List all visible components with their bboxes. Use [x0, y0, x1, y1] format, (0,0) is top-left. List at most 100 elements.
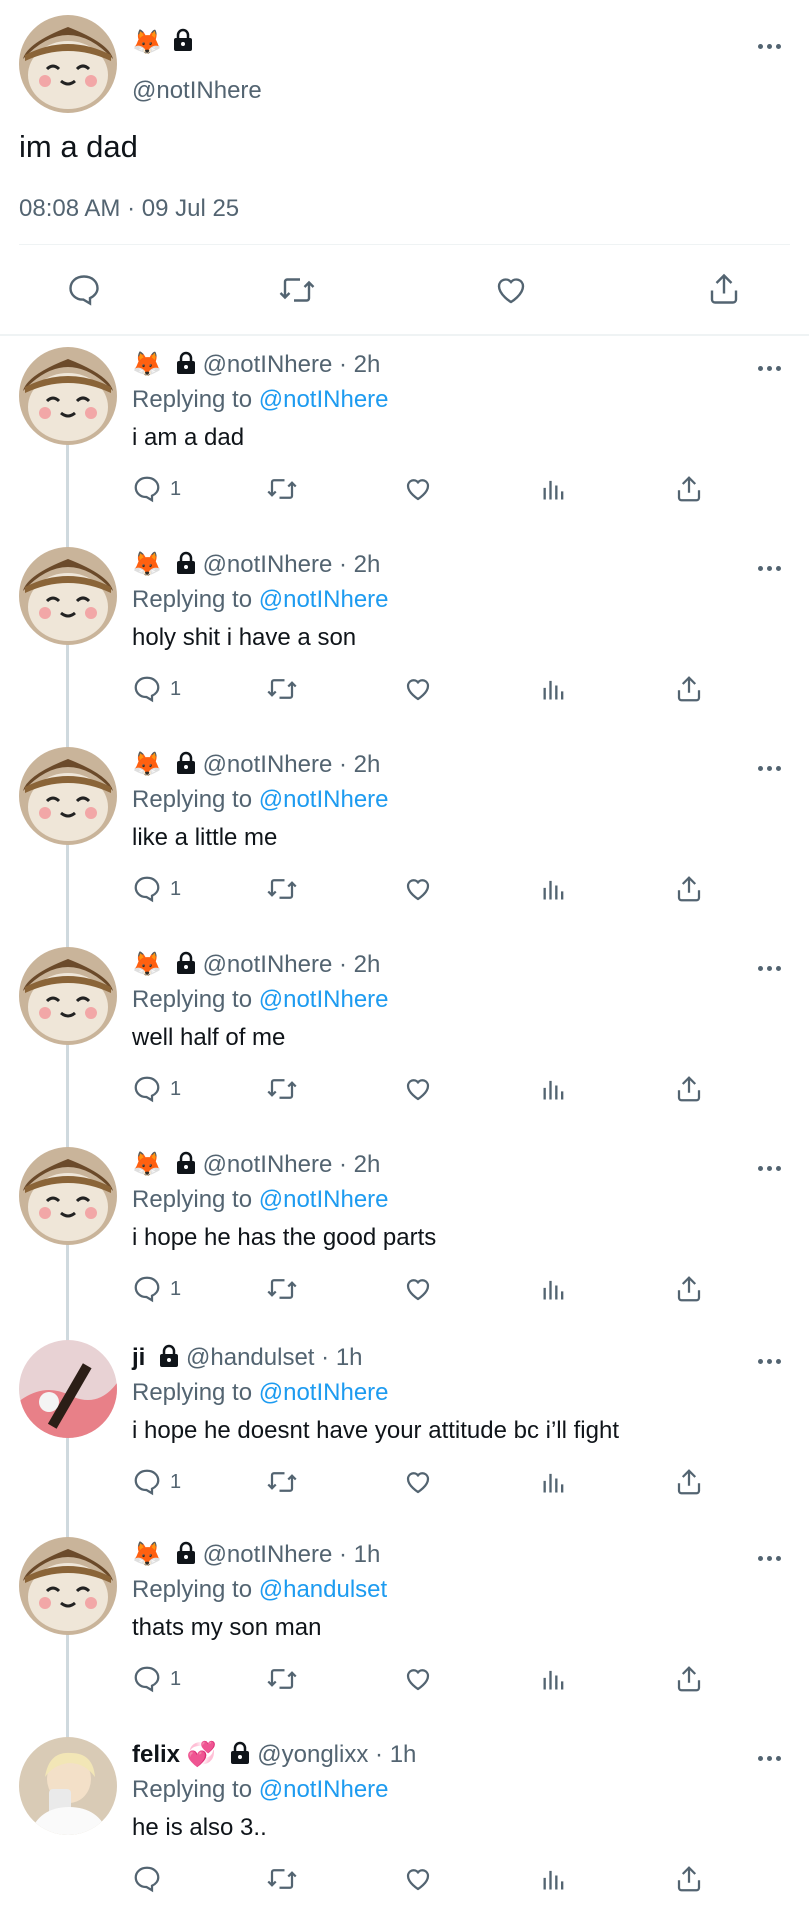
like-icon[interactable] — [402, 674, 434, 704]
reply-time[interactable]: 2h — [354, 951, 381, 978]
views-icon[interactable] — [540, 1274, 568, 1304]
retweet-icon[interactable] — [265, 1467, 299, 1497]
reply-tweet[interactable]: 🦊 @notINhere · 2h Replying to @notINhere… — [0, 737, 809, 937]
replying-to-handle[interactable]: @notINhere — [259, 1776, 389, 1803]
like-icon[interactable] — [402, 874, 434, 904]
more-options-button[interactable] — [758, 1163, 788, 1173]
reply-time[interactable]: 2h — [354, 751, 381, 778]
share-icon[interactable] — [674, 1274, 704, 1304]
reply-button[interactable]: 1 — [132, 874, 181, 904]
retweet-icon[interactable] — [265, 1664, 299, 1694]
like-icon[interactable] — [402, 1274, 434, 1304]
reply-handle[interactable]: @notINhere — [203, 1151, 333, 1178]
reply-button[interactable]: 1 — [132, 1664, 181, 1694]
replying-to-handle[interactable]: @notINhere — [259, 986, 389, 1013]
share-icon[interactable] — [706, 270, 742, 308]
replying-to-handle[interactable]: @notINhere — [259, 1379, 389, 1406]
share-icon[interactable] — [674, 874, 704, 904]
reply-tweet[interactable]: 🦊 @notINhere · 2h Replying to @notINhere… — [0, 337, 809, 537]
reply-button[interactable]: 1 — [132, 1274, 181, 1304]
avatar[interactable] — [19, 547, 117, 645]
fox-icon: 🦊 — [132, 351, 162, 378]
reply-time[interactable]: 1h — [390, 1741, 417, 1768]
avatar[interactable] — [19, 1537, 117, 1635]
replying-to-handle[interactable]: @handulset — [259, 1576, 387, 1603]
like-icon[interactable] — [402, 474, 434, 504]
reply-time[interactable]: 1h — [336, 1344, 363, 1371]
more-options-button[interactable] — [758, 1553, 788, 1563]
reply-time[interactable]: 2h — [354, 1151, 381, 1178]
retweet-icon[interactable] — [265, 1864, 299, 1894]
reply-icon[interactable] — [66, 272, 102, 308]
avatar[interactable] — [19, 1737, 117, 1835]
avatar[interactable] — [19, 347, 117, 445]
display-name[interactable]: felix — [132, 1741, 180, 1768]
more-options-button[interactable] — [758, 1753, 788, 1763]
fox-icon: 🦊 — [132, 1541, 162, 1568]
like-icon[interactable] — [402, 1467, 434, 1497]
share-icon[interactable] — [674, 474, 704, 504]
more-options-button[interactable] — [758, 963, 788, 973]
author-handle[interactable]: @notINhere — [132, 76, 262, 106]
retweet-icon[interactable] — [265, 1074, 299, 1104]
reply-button[interactable]: 1 — [132, 1467, 181, 1497]
replying-to-handle[interactable]: @notINhere — [259, 786, 389, 813]
share-icon[interactable] — [674, 1664, 704, 1694]
reply-tweet[interactable]: 🦊 @notINhere · 2h Replying to @notINhere… — [0, 1137, 809, 1337]
more-options-button[interactable] — [758, 363, 788, 373]
reply-button[interactable] — [132, 1864, 170, 1894]
avatar[interactable] — [19, 747, 117, 845]
avatar[interactable] — [19, 947, 117, 1045]
reply-handle[interactable]: @yonglixx — [257, 1741, 368, 1768]
views-icon[interactable] — [540, 1864, 568, 1894]
more-options-button[interactable] — [758, 41, 788, 51]
share-icon[interactable] — [674, 1467, 704, 1497]
more-options-button[interactable] — [758, 763, 788, 773]
avatar[interactable] — [19, 15, 117, 113]
like-icon[interactable] — [492, 272, 530, 308]
reply-tweet[interactable]: ji @handulset · 1h Replying to @notINher… — [0, 1330, 809, 1530]
dot-separator: · — [375, 1741, 384, 1768]
reply-tweet[interactable]: 🦊 @notINhere · 1h Replying to @handulset… — [0, 1527, 809, 1727]
reply-tweet[interactable]: felix 💞 @yonglixx · 1h Replying to @notI… — [0, 1727, 809, 1927]
avatar[interactable] — [19, 1340, 117, 1438]
views-icon[interactable] — [540, 1467, 568, 1497]
reply-handle[interactable]: @notINhere — [203, 951, 333, 978]
share-icon[interactable] — [674, 674, 704, 704]
replying-to-handle[interactable]: @notINhere — [259, 586, 389, 613]
reply-time[interactable]: 2h — [354, 551, 381, 578]
retweet-icon[interactable] — [265, 1274, 299, 1304]
retweet-icon[interactable] — [265, 674, 299, 704]
like-icon[interactable] — [402, 1864, 434, 1894]
replying-to-handle[interactable]: @notINhere — [259, 1186, 389, 1213]
replying-to-handle[interactable]: @notINhere — [259, 386, 389, 413]
views-icon[interactable] — [540, 1074, 568, 1104]
reply-handle[interactable]: @notINhere — [203, 551, 333, 578]
reply-button[interactable]: 1 — [132, 1074, 181, 1104]
reply-time[interactable]: 1h — [354, 1541, 381, 1568]
reply-time[interactable]: 2h — [354, 351, 381, 378]
views-icon[interactable] — [540, 874, 568, 904]
retweet-icon[interactable] — [265, 474, 299, 504]
reply-handle[interactable]: @notINhere — [203, 1541, 333, 1568]
reply-tweet[interactable]: 🦊 @notINhere · 2h Replying to @notINhere… — [0, 537, 809, 737]
more-options-button[interactable] — [758, 1356, 788, 1366]
like-icon[interactable] — [402, 1074, 434, 1104]
reply-handle[interactable]: @notINhere — [203, 351, 333, 378]
share-icon[interactable] — [674, 1074, 704, 1104]
views-icon[interactable] — [540, 674, 568, 704]
views-icon[interactable] — [540, 474, 568, 504]
like-icon[interactable] — [402, 1664, 434, 1694]
more-options-button[interactable] — [758, 563, 788, 573]
retweet-icon[interactable] — [265, 874, 299, 904]
reply-button[interactable]: 1 — [132, 674, 181, 704]
reply-button[interactable]: 1 — [132, 474, 181, 504]
reply-handle[interactable]: @handulset — [186, 1344, 314, 1371]
reply-tweet[interactable]: 🦊 @notINhere · 2h Replying to @notINhere… — [0, 937, 809, 1137]
display-name[interactable]: ji — [132, 1344, 145, 1371]
avatar[interactable] — [19, 1147, 117, 1245]
share-icon[interactable] — [674, 1864, 704, 1894]
retweet-icon[interactable] — [277, 272, 317, 308]
reply-handle[interactable]: @notINhere — [203, 751, 333, 778]
views-icon[interactable] — [540, 1664, 568, 1694]
